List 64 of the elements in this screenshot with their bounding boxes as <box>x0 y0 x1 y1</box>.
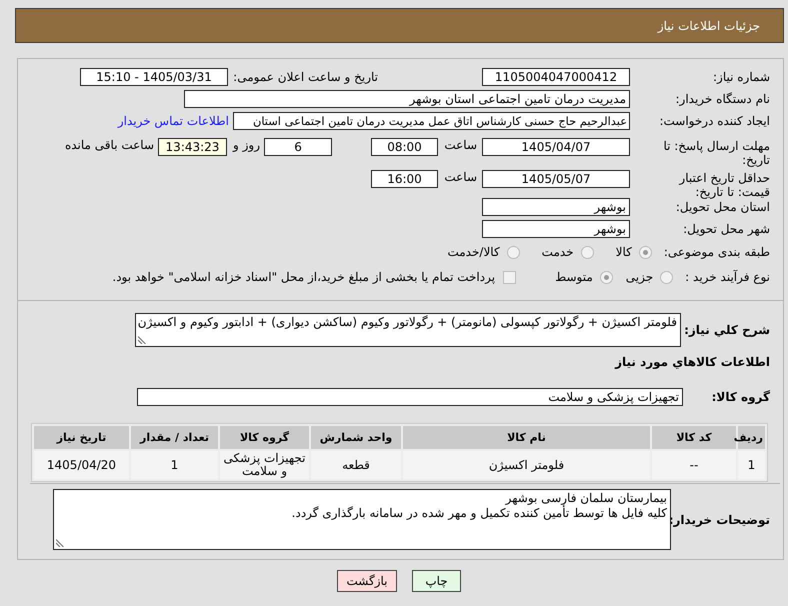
table-cell: 1405/04/20 <box>34 451 129 479</box>
description-field: فلومتر اکسیژن + رگولاتور کپسولی (مانومتر) + رگولاتور وکیوم (ساکشن دیواری) + ادابتور وکیوم و اکسیژن <box>135 313 681 347</box>
goods-group-field: تجهیزات پزشکی و سلامت <box>137 388 683 406</box>
radio-label: کالا/خدمت <box>447 245 500 259</box>
date-field: 1405/04/07 <box>482 138 630 156</box>
column-header: تاریخ نیاز <box>34 426 129 449</box>
time-field: 16:00 <box>371 170 438 188</box>
column-header: گروه کالا <box>220 426 309 449</box>
field-label: طبقه بندی موضوعی: <box>664 245 770 259</box>
field-label: حداقل تاریخ اعتبار قیمت: تا تاریخ: <box>678 171 770 199</box>
resize-grip-icon[interactable] <box>138 336 146 344</box>
print-button[interactable]: چاپ <box>412 570 461 592</box>
radio-button[interactable] <box>600 270 613 284</box>
radio-label: کالا <box>616 245 632 259</box>
column-header: واحد شمارش <box>311 426 401 449</box>
days-field: 6 <box>264 138 332 156</box>
table-cell: فلومتر اکسیژن <box>403 451 650 479</box>
table-cell: 1 <box>738 451 765 479</box>
radio-button[interactable] <box>638 246 652 258</box>
table-cell: تجهیزات پزشکی و سلامت <box>220 451 309 479</box>
field-label: مهلت ارسال پاسخ: تا تاریخ: <box>662 139 770 167</box>
radio-label: جزیی <box>626 270 654 284</box>
city-field: بوشهر <box>482 220 630 238</box>
field-label: نام دستگاه خریدار: <box>674 92 770 106</box>
radio-button[interactable] <box>580 246 594 258</box>
resize-grip-icon[interactable] <box>56 539 64 547</box>
province-field: بوشهر <box>482 198 630 216</box>
section-title: اطلاعات کالاهاي مورد نیاز <box>615 354 770 370</box>
field-label: نوع فرآیند خرید : <box>685 270 770 284</box>
need-number-field: 1105004047000412 <box>482 68 630 86</box>
checkbox-label: پرداخت تمام یا بخشی از مبلغ خرید،از محل "اسناد خزانه اسلامی" خواهد بود. <box>112 270 496 284</box>
field-label: شماره نیاز: <box>712 70 770 84</box>
field-label: توضیحات خریدار: <box>671 512 770 526</box>
radio-button[interactable] <box>660 270 674 284</box>
announce-date-field: 1405/03/31 - 15:10 <box>80 68 228 86</box>
field-label: تاریخ و ساعت اعلان عمومی: <box>232 70 378 84</box>
field-label: شهر محل تحویل: <box>682 222 770 236</box>
field-label: ساعت باقی مانده <box>64 138 154 152</box>
table-cell: 1 <box>131 451 218 479</box>
table-cell: قطعه <box>311 451 401 479</box>
field-label: روز و <box>232 138 260 152</box>
radio-label: متوسط <box>555 270 593 284</box>
column-header: تعداد / مقدار <box>131 426 218 449</box>
buyer-contact-link[interactable]: اطلاعات تماس خریدار <box>118 114 229 128</box>
radio-label: خدمت <box>542 245 574 259</box>
page-title: جزئیات اطلاعات نیاز <box>658 18 760 32</box>
radio-button[interactable] <box>506 246 520 258</box>
time-field: 08:00 <box>371 138 438 156</box>
requester-field: عبدالرحیم حاج حسنی کارشناس اتاق عمل مدیریت درمان تامین اجتماعی استان <box>233 112 630 130</box>
buyer-notes-field: بیمارستان سلمان فارسی بوشهر کلیه فایل ها توسط تأمین کننده تکمیل و مهر شده در سامانه بارگذاری گردد. <box>53 489 671 550</box>
field-label: شرح کلي نیاز: <box>683 323 770 337</box>
table-cell: -- <box>652 451 736 479</box>
checkbox[interactable] <box>503 270 516 284</box>
remaining-time-field: 13:43:23 <box>158 138 227 156</box>
back-button[interactable]: بازگشت <box>337 570 397 592</box>
field-label: ایجاد کننده درخواست: <box>658 114 770 128</box>
field-label: ساعت <box>443 170 477 184</box>
field-label: گروه کالا: <box>710 390 770 404</box>
date-field: 1405/05/07 <box>482 170 630 188</box>
column-header: کد کالا <box>652 426 736 449</box>
field-label: ساعت <box>443 138 477 152</box>
field-label: استان محل تحویل: <box>674 200 770 214</box>
column-header: نام کالا <box>403 426 650 449</box>
buyer-org-field: مدیریت درمان تامین اجتماعی استان بوشهر <box>184 90 630 108</box>
